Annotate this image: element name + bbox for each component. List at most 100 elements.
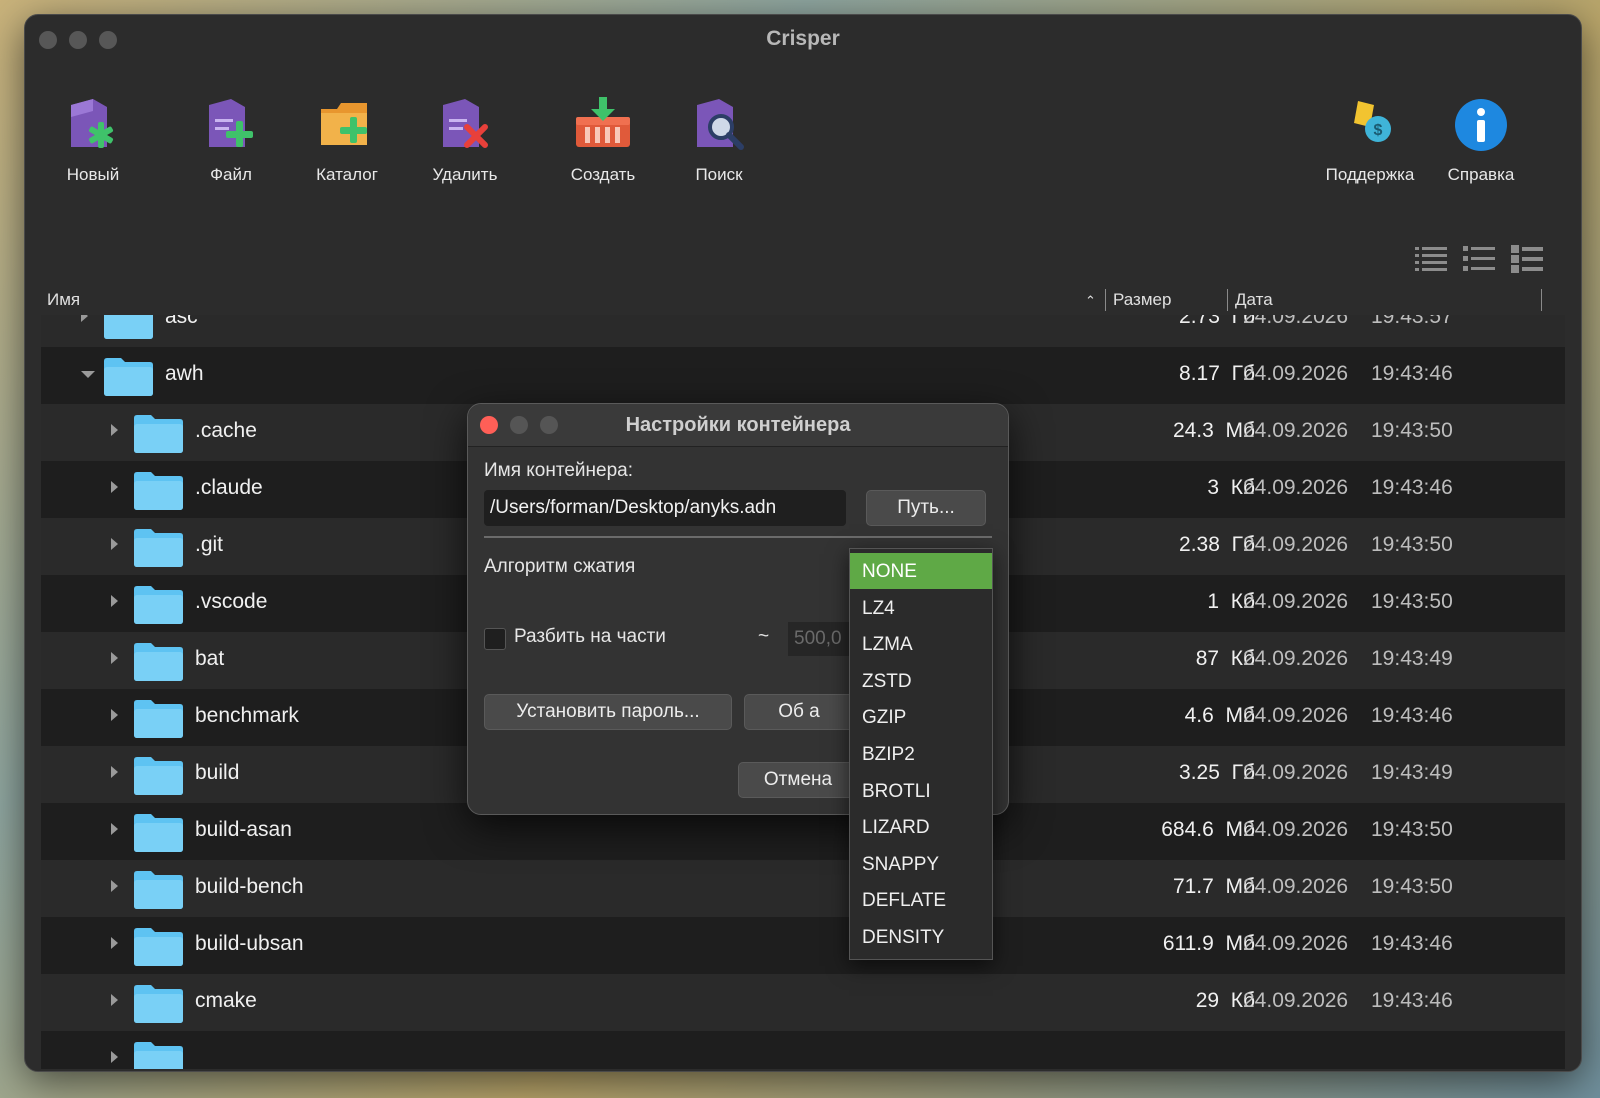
delete-button[interactable]: Удалить (415, 95, 515, 185)
row-name: .vscode (195, 590, 268, 613)
app-window: Crisper Новый Файл Каталог Удалить Созда… (24, 14, 1582, 1072)
table-row[interactable]: cmake 29 Кб 24.09.2026 19:43:46 (41, 974, 1565, 1031)
new-label: Новый (66, 165, 120, 184)
row-time: 19:43:46 (1371, 476, 1453, 499)
about-button[interactable]: Об а (744, 694, 854, 730)
row-name: .git (195, 533, 224, 556)
table-row[interactable]: asc 2.73 Гб 24.09.2026 19:43:57 (41, 315, 1565, 347)
compression-algorithm-dropdown[interactable]: NONE LZ4 LZMA ZSTD GZIP BZIP2 BROTLI LIZARD SNAP… (849, 548, 993, 960)
algorithm-option-lizard[interactable]: LIZARD (850, 809, 992, 845)
column-size-header[interactable]: Размер (1113, 290, 1171, 310)
row-name: build-asan (195, 818, 292, 841)
folder-icon (134, 700, 183, 738)
disclosure-collapsed-icon[interactable] (111, 823, 118, 835)
sort-ascending-icon: ⌃ (1085, 293, 1096, 308)
algorithm-option-lz4[interactable]: LZ4 (850, 590, 992, 626)
split-size-input[interactable]: 500,0 (788, 622, 858, 656)
compression-algorithm-label: Алгоритм сжатия (484, 556, 636, 577)
delete-label: Удалить (432, 165, 498, 184)
row-name: benchmark (195, 704, 299, 727)
disclosure-collapsed-icon[interactable] (111, 652, 118, 664)
row-date: 24.09.2026 (1243, 315, 1349, 328)
algorithm-option-snappy[interactable]: SNAPPY (850, 846, 992, 882)
search-button[interactable]: Поиск (669, 95, 769, 185)
row-date: 24.09.2026 (1243, 476, 1349, 499)
create-archive-icon (576, 97, 630, 147)
disclosure-collapsed-icon[interactable] (111, 481, 118, 493)
disclosure-collapsed-icon[interactable] (111, 1051, 118, 1063)
algorithm-option-gzip[interactable]: GZIP (850, 699, 992, 735)
row-date: 24.09.2026 (1243, 761, 1349, 784)
row-time: 19:43:46 (1371, 704, 1453, 727)
disclosure-collapsed-icon[interactable] (111, 709, 118, 721)
view-mode-switcher (1415, 245, 1543, 278)
folder-icon (134, 985, 183, 1023)
folder-icon (134, 871, 183, 909)
row-time: 19:43:46 (1371, 362, 1453, 385)
split-parts-checkbox[interactable] (484, 628, 506, 650)
row-date: 24.09.2026 (1243, 419, 1349, 442)
create-button[interactable]: Создать (553, 95, 653, 185)
row-name: bat (195, 647, 225, 670)
add-folder-icon (321, 103, 367, 145)
row-name: cmake (195, 989, 257, 1012)
algorithm-option-brotli[interactable]: BROTLI (850, 773, 992, 809)
table-row[interactable]: build-bench 71.7 Мб 24.09.2026 19:43:50 (41, 860, 1565, 917)
row-date: 24.09.2026 (1243, 533, 1349, 556)
algorithm-option-lzma[interactable]: LZMA (850, 626, 992, 662)
disclosure-collapsed-icon[interactable] (81, 315, 88, 322)
dialog-titlebar: Настройки контейнера (468, 404, 1008, 447)
folder-icon (134, 529, 183, 567)
row-name: asc (165, 315, 198, 328)
algorithm-option-density[interactable]: DENSITY (850, 919, 992, 955)
table-row[interactable]: build-ubsan 611.9 Мб 24.09.2026 19:43:46 (41, 917, 1565, 974)
list-view-large-icon[interactable] (1511, 245, 1543, 278)
row-date: 24.09.2026 (1243, 932, 1349, 955)
table-row[interactable] (41, 1031, 1565, 1069)
disclosure-collapsed-icon[interactable] (111, 880, 118, 892)
help-button[interactable]: Справка (1431, 95, 1531, 185)
set-password-button[interactable]: Установить пароль... (484, 694, 732, 730)
table-row[interactable]: awh 8.17 Гб 24.09.2026 19:43:46 (41, 347, 1565, 404)
algorithm-option-deflate[interactable]: DEFLATE (850, 882, 992, 918)
row-date: 24.09.2026 (1243, 362, 1349, 385)
create-label: Создать (570, 165, 636, 184)
disclosure-collapsed-icon[interactable] (111, 994, 118, 1006)
browse-path-button[interactable]: Путь... (866, 490, 986, 526)
row-time: 19:43:50 (1371, 533, 1453, 556)
algorithm-option-zstd[interactable]: ZSTD (850, 663, 992, 699)
disclosure-collapsed-icon[interactable] (111, 766, 118, 778)
row-name: build-ubsan (195, 932, 304, 955)
disclosure-collapsed-icon[interactable] (111, 538, 118, 550)
disclosure-collapsed-icon[interactable] (111, 424, 118, 436)
catalog-label: Каталог (316, 165, 378, 184)
new-icon (71, 99, 114, 148)
new-button[interactable]: Новый (43, 95, 143, 185)
row-date: 24.09.2026 (1243, 590, 1349, 613)
cancel-button[interactable]: Отмена (738, 762, 858, 798)
catalog-button[interactable]: Каталог (297, 95, 397, 185)
row-date: 24.09.2026 (1243, 704, 1349, 727)
help-label: Справка (1447, 165, 1515, 184)
disclosure-expanded-icon[interactable] (81, 371, 95, 378)
folder-icon (134, 814, 183, 852)
row-date: 24.09.2026 (1243, 989, 1349, 1012)
list-view-medium-icon[interactable] (1463, 245, 1495, 278)
column-name-header[interactable]: Имя (47, 290, 80, 310)
support-button[interactable]: $ Поддержка (1315, 95, 1425, 185)
disclosure-collapsed-icon[interactable] (111, 595, 118, 607)
row-time: 19:43:49 (1371, 761, 1453, 784)
row-name: awh (165, 362, 204, 385)
folder-icon (134, 472, 183, 510)
file-button[interactable]: Файл (181, 95, 281, 185)
column-date-header[interactable]: Дата (1235, 290, 1273, 310)
disclosure-collapsed-icon[interactable] (111, 937, 118, 949)
algorithm-option-bzip2[interactable]: BZIP2 (850, 736, 992, 772)
row-name: build-bench (195, 875, 304, 898)
list-view-compact-icon[interactable] (1415, 245, 1447, 278)
dialog-title: Настройки контейнера (625, 414, 851, 436)
container-path-input[interactable]: /Users/forman/Desktop/anyks.adn (484, 490, 846, 526)
algorithm-option-none[interactable]: NONE (850, 553, 992, 589)
support-coins-icon: $ (1354, 101, 1391, 142)
row-time: 19:43:46 (1371, 989, 1453, 1012)
